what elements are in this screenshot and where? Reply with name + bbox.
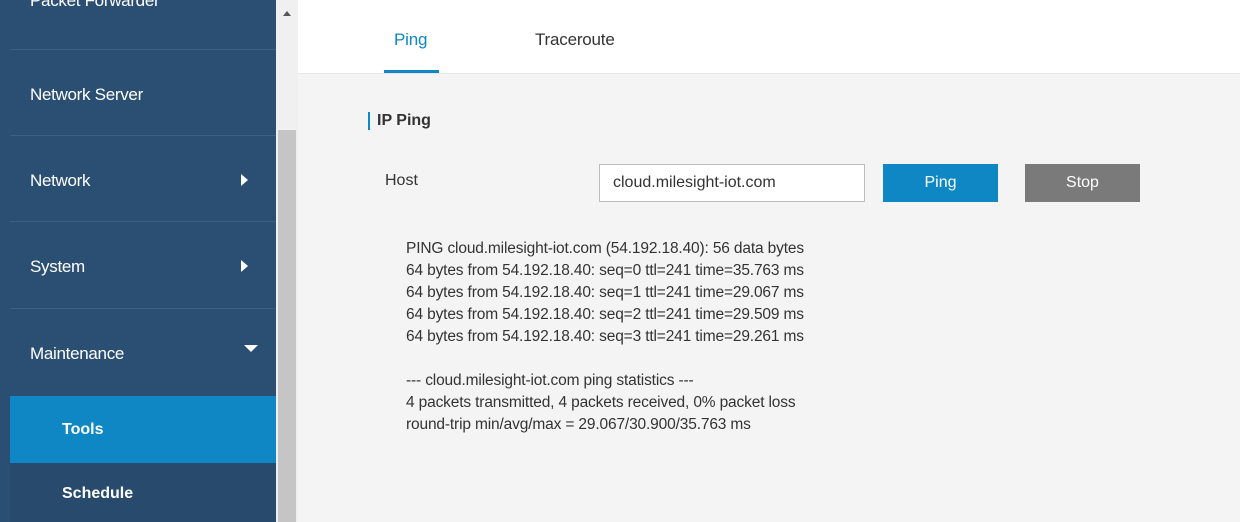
output-line: 4 packets transmitted, 4 packets receive… bbox=[406, 394, 796, 411]
scroll-up-arrow-icon[interactable] bbox=[283, 11, 291, 16]
main-panel: Ping Traceroute IP Ping Host Ping Stop P… bbox=[298, 0, 1240, 522]
sidebar: Packet Forwarder Network Server Network … bbox=[0, 0, 276, 522]
sidebar-subitem-label: Schedule bbox=[62, 485, 134, 502]
sidebar-item-label: Maintenance bbox=[30, 344, 125, 363]
output-line: PING cloud.milesight-iot.com (54.192.18.… bbox=[406, 240, 804, 257]
output-line: --- cloud.milesight-iot.com ping statist… bbox=[406, 372, 694, 389]
output-line: 64 bytes from 54.192.18.40: seq=3 ttl=24… bbox=[406, 328, 804, 345]
app-root: Packet Forwarder Network Server Network … bbox=[0, 0, 1240, 522]
active-tab-indicator bbox=[384, 70, 439, 73]
chevron-right-icon bbox=[241, 174, 248, 186]
sidebar-item-label: System bbox=[30, 257, 85, 276]
sidebar-item-label: Network Server bbox=[30, 85, 143, 104]
sidebar-item-maintenance[interactable]: Maintenance bbox=[10, 310, 276, 396]
sidebar-subitem-schedule[interactable]: Schedule bbox=[10, 463, 276, 522]
output-line: 64 bytes from 54.192.18.40: seq=1 ttl=24… bbox=[406, 284, 804, 301]
tab-traceroute[interactable]: Traceroute bbox=[535, 30, 615, 50]
sidebar-item-label: Network bbox=[30, 171, 91, 190]
section-title: IP Ping bbox=[368, 112, 431, 130]
content-area: IP Ping Host Ping Stop PING cloud.milesi… bbox=[298, 74, 1240, 522]
output-line: 64 bytes from 54.192.18.40: seq=0 ttl=24… bbox=[406, 262, 804, 279]
output-line: 64 bytes from 54.192.18.40: seq=2 ttl=24… bbox=[406, 306, 804, 323]
sidebar-subitem-tools[interactable]: Tools bbox=[10, 396, 276, 463]
output-line: round-trip min/avg/max = 29.067/30.900/3… bbox=[406, 416, 751, 433]
chevron-down-icon bbox=[244, 345, 258, 352]
sidebar-item-label: Packet Forwarder bbox=[30, 0, 160, 10]
sidebar-item-packet-forwarder[interactable]: Packet Forwarder bbox=[10, 0, 276, 50]
stop-button[interactable]: Stop bbox=[1025, 164, 1140, 202]
tab-bar: Ping Traceroute bbox=[298, 0, 1240, 74]
host-input[interactable] bbox=[599, 164, 865, 202]
tab-ping[interactable]: Ping bbox=[394, 30, 427, 50]
sidebar-item-system[interactable]: System bbox=[10, 223, 276, 309]
host-label: Host bbox=[385, 172, 418, 189]
scrollbar-thumb[interactable] bbox=[278, 130, 296, 522]
sidebar-item-network-server[interactable]: Network Server bbox=[10, 51, 276, 136]
chevron-right-icon bbox=[241, 260, 248, 272]
sidebar-scrollbar[interactable] bbox=[276, 0, 298, 522]
ping-button[interactable]: Ping bbox=[883, 164, 998, 202]
sidebar-subitem-label: Tools bbox=[62, 421, 104, 438]
ping-output: PING cloud.milesight-iot.com (54.192.18.… bbox=[406, 238, 1006, 436]
sidebar-item-network[interactable]: Network bbox=[10, 137, 276, 222]
